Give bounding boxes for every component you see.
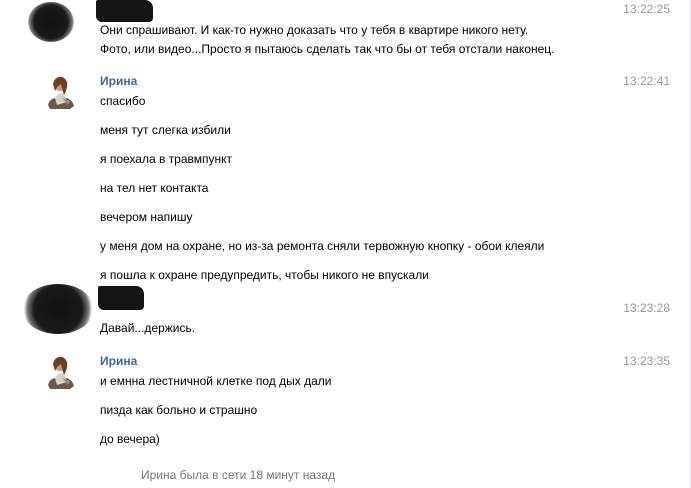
message-text: Давай...держись. [100,321,196,335]
message-text: я пошла к охране предупредить, чтобы ник… [100,268,429,282]
message-block: Ирина 13:23:35 и емнна лестничной клетке… [0,350,686,450]
redacted-avatar[interactable] [22,284,94,334]
message-text: на тел нет контакта [100,181,209,195]
message-text: Фото, или видео...Просто я пытаюсь сдела… [100,42,555,56]
message-text: пизда как больно и страшно [100,403,258,417]
chat-history: 13:22:25 Они спрашивают. И как-то нужно … [0,0,691,488]
message-text: меня тут слегка избили [100,123,231,137]
message-timestamp: 13:23:28 [623,301,670,315]
message-timestamp: 13:23:35 [623,354,670,368]
message-timestamp: 13:22:41 [623,74,670,88]
redacted-avatar[interactable] [28,2,74,42]
message-text: спасибо [100,94,146,108]
message-timestamp: 13:22:25 [623,2,670,16]
message-text: и емнна лестничной клетке под дых дали [100,374,332,388]
message-block: 13:23:28 Давай...держись. [0,284,686,340]
user-photo-avatar-image [40,72,80,112]
user-photo-avatar-image [40,352,80,392]
message-text: Они спрашивают. И как-то нужно доказать … [100,23,529,37]
message-text: я поехала в травмпункт [100,152,233,166]
user-photo-avatar[interactable] [40,72,80,112]
message-block: 13:22:25 Они спрашивают. И как-то нужно … [0,0,686,62]
author-link[interactable]: Ирина [100,74,137,88]
user-photo-avatar[interactable] [40,352,80,392]
message-text: вечером напишу [100,210,193,224]
redacted-author-name[interactable] [96,0,153,22]
redacted-author-name[interactable] [98,286,144,310]
message-text: до вечера) [100,432,160,446]
message-block: Ирина 13:22:41 спасибо меня тут слегка и… [0,70,686,290]
author-link[interactable]: Ирина [100,354,137,368]
message-text: у меня дом на охране, но из-за ремонта с… [100,239,545,253]
last-seen-status: Ирина была в сети 18 минут назад [141,468,336,482]
